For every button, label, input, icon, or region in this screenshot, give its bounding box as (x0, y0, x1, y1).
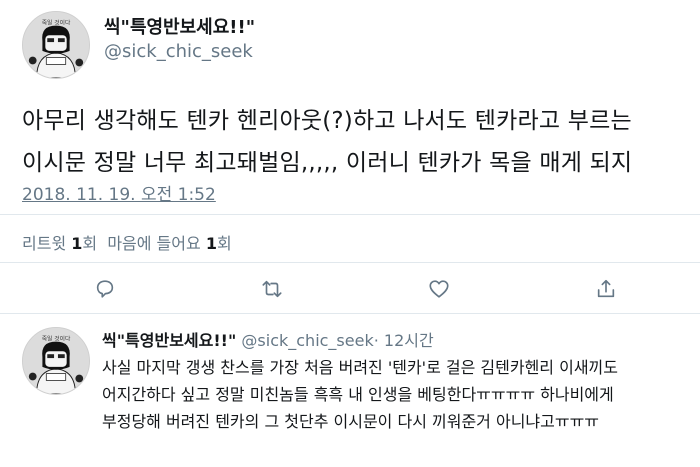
reply-header: 씩"특영반보세요!!" @sick_chic_seek· 12시간 (102, 327, 434, 351)
likes-label[interactable]: 마음에 들어요 (107, 234, 200, 253)
retweet-icon (262, 280, 282, 298)
retweets-label[interactable]: 리트윗 (22, 234, 66, 253)
divider (0, 262, 700, 263)
reply-text-line: 사실 마지막 갱생 찬스를 가장 처음 버려진 '텐카'로 걸은 김텐카헨리 이… (102, 358, 618, 377)
likes-count[interactable]: 1 (206, 234, 217, 253)
reply-text-line: 어지간하다 싶고 정말 미친놈들 흑흑 내 인생을 베팅한다ㅠㅠㅠㅠ 하나비에게 (102, 385, 614, 404)
avatar-illustration: 죽일 것이다 (23, 328, 89, 394)
divider (0, 313, 700, 314)
reply-icon (96, 280, 114, 298)
reply-text-line: 부정당해 버려진 텐카의 그 첫단추 이시문이 다시 끼워준거 아니냐고ㅠㅠㅠ (102, 412, 600, 431)
reply-handle[interactable]: @sick_chic_seek (241, 331, 373, 350)
avatar-illustration: 죽일 것이다 (23, 12, 89, 78)
like-icon (429, 280, 449, 298)
avatar-caption: 죽일 것이다 (42, 19, 71, 27)
retweet-button[interactable] (259, 276, 285, 302)
share-icon (597, 279, 615, 298)
divider (0, 214, 700, 215)
retweets-unit: 회 (82, 234, 98, 253)
share-button[interactable] (593, 276, 619, 302)
likes-unit: 회 (216, 234, 232, 253)
reply-display-name[interactable]: 씩"특영반보세요!!" (102, 331, 236, 350)
display-name[interactable]: 씩"특영반보세요!!" (104, 13, 255, 39)
avatar[interactable]: 죽일 것이다 (22, 11, 90, 79)
tweet-text-line: 이시문 정말 너무 최고돼벌임,,,,, 이러니 텐카가 목을 매게 되지 (22, 150, 633, 176)
like-button[interactable] (426, 276, 452, 302)
user-handle[interactable]: @sick_chic_seek (104, 41, 253, 62)
reply-avatar[interactable]: 죽일 것이다 (22, 327, 90, 395)
avatar-caption: 죽일 것이다 (42, 335, 71, 343)
reply-time[interactable]: · 12시간 (374, 331, 434, 350)
engagement-stats: 리트윗 1회 마음에 들어요 1회 (22, 230, 232, 254)
tweet-timestamp[interactable]: 2018. 11. 19. 오전 1:52 (22, 180, 216, 205)
retweets-count[interactable]: 1 (71, 234, 82, 253)
tweet-text-line: 아무리 생각해도 텐카 헨리아웃(?)하고 나서도 텐카라고 부르는 (22, 108, 632, 134)
reply-button[interactable] (92, 276, 118, 302)
